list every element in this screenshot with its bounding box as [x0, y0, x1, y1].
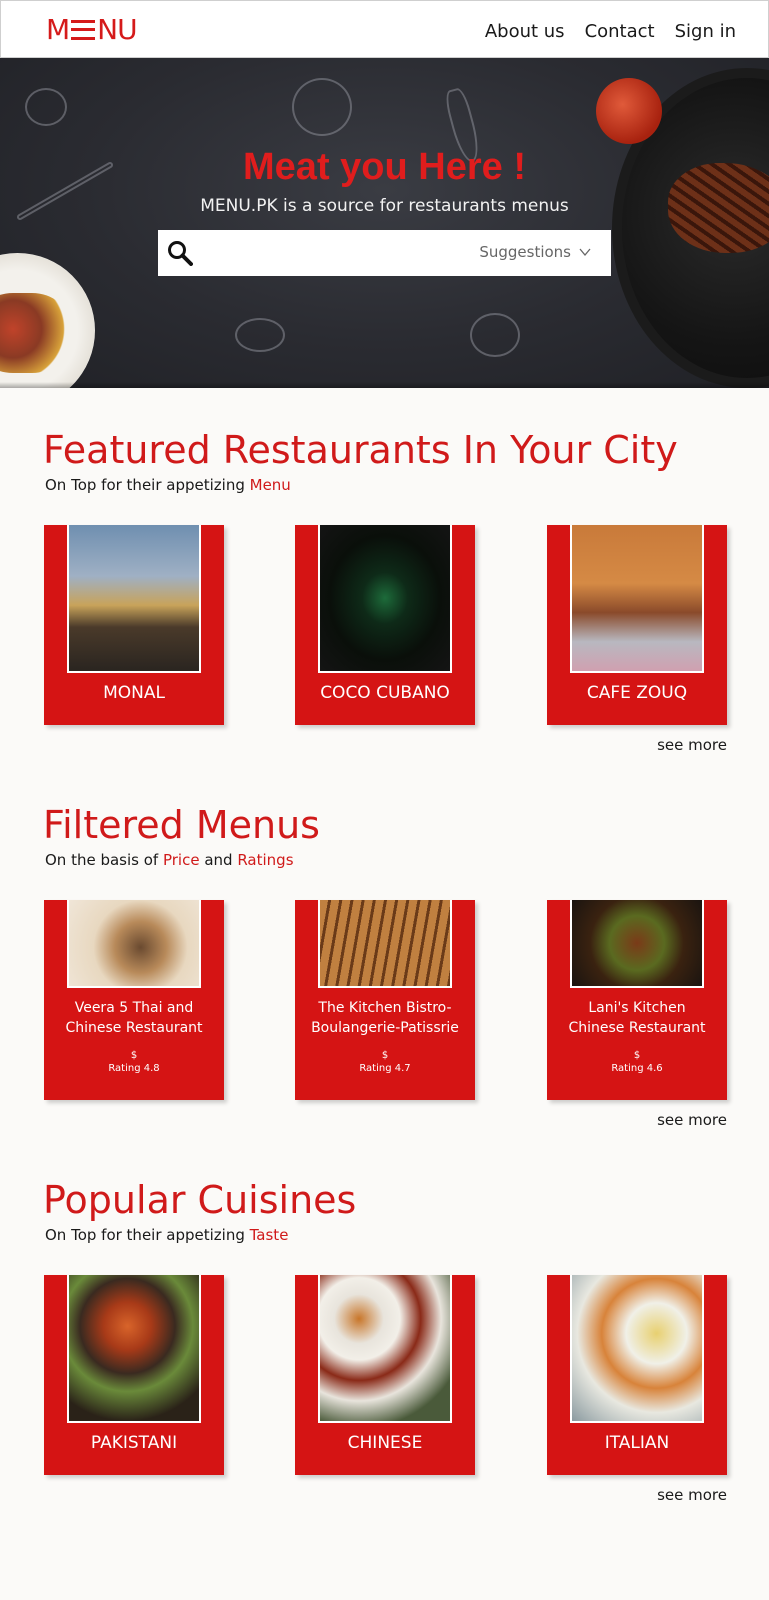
- filtered-subtitle-ratings: Ratings: [237, 851, 294, 869]
- logo-letter-m: M: [46, 13, 70, 46]
- restaurant-name: The Kitchen Bistro- Boulangerie-Patissrie: [295, 998, 475, 1038]
- rating-text: Rating 4.6: [611, 1063, 663, 1074]
- price-level: $: [633, 1050, 641, 1061]
- coco-cubano-photo: [318, 525, 452, 673]
- rating-text: Rating 4.7: [359, 1063, 411, 1074]
- featured-see-more-link[interactable]: see more: [657, 736, 727, 754]
- featured-subtitle-text: On Top for their appetizing: [45, 476, 250, 494]
- restaurant-name: Lani's Kitchen Chinese Restaurant: [547, 998, 727, 1038]
- restaurant-card-monal[interactable]: MONAL: [44, 525, 224, 725]
- restaurant-name-line1: Lani's Kitchen: [588, 1000, 686, 1016]
- menu-logo[interactable]: M NU: [46, 13, 138, 46]
- featured-section-subtitle: On Top for their appetizing Menu: [45, 476, 291, 494]
- search-bar: Suggestions: [158, 230, 611, 276]
- onion-sketch-icon: [25, 88, 67, 126]
- featured-subtitle-highlight: Menu: [249, 476, 291, 494]
- price-level: $: [130, 1050, 138, 1061]
- hero-banner: Meat you Here ! MENU.PK is a source for …: [0, 58, 769, 388]
- hamburger-logo-icon: [71, 19, 96, 40]
- filtered-card-lanis-kitchen[interactable]: Lani's Kitchen Chinese Restaurant $ Ratin…: [547, 900, 727, 1100]
- nav-sign-in[interactable]: Sign in: [675, 21, 736, 42]
- nav-contact[interactable]: Contact: [585, 21, 655, 42]
- filtered-section-title: Filtered Menus: [43, 803, 320, 847]
- restaurant-name: Veera 5 Thai and Chinese Restaurant: [44, 998, 224, 1038]
- cuisines-see-more-link[interactable]: see more: [657, 1486, 727, 1504]
- restaurant-card-coco-cubano[interactable]: COCO CUBANO: [295, 525, 475, 725]
- chinese-photo: [318, 1275, 452, 1423]
- search-icon[interactable]: [167, 240, 193, 266]
- veera-photo: [67, 900, 201, 988]
- rating-text: Rating 4.8: [108, 1063, 160, 1074]
- monal-photo: [67, 525, 201, 673]
- restaurant-name-line1: The Kitchen Bistro-: [318, 1000, 452, 1016]
- hero-subtitle: MENU.PK is a source for restaurants menu…: [200, 196, 569, 216]
- top-nav: About us Contact Sign in: [485, 21, 736, 42]
- restaurant-name-line1: Veera 5 Thai and: [74, 1000, 194, 1016]
- the-kitchen-photo: [318, 900, 452, 988]
- suggestions-label: Suggestions: [479, 243, 571, 261]
- card-label: COCO CUBANO: [320, 683, 450, 703]
- restaurant-name-line2: Chinese Restaurant: [65, 1020, 203, 1036]
- filtered-see-more-link[interactable]: see more: [657, 1111, 727, 1129]
- restaurant-card-cafe-zouq[interactable]: CAFE ZOUQ: [547, 525, 727, 725]
- filtered-subtitle-and: and: [199, 851, 238, 869]
- filtered-section-subtitle: On the basis of Price and Ratings: [45, 851, 294, 869]
- filtered-subtitle-price: Price: [162, 851, 200, 869]
- bowl-sketch-icon: [235, 318, 285, 352]
- card-label: PAKISTANI: [90, 1433, 178, 1453]
- garlic-sketch-icon: [470, 313, 520, 357]
- pakistani-photo: [67, 1275, 201, 1423]
- cuisine-card-chinese[interactable]: CHINESE: [295, 1275, 475, 1475]
- price-level: $: [381, 1050, 389, 1061]
- restaurant-name-line2: Chinese Restaurant: [568, 1020, 706, 1036]
- suggestions-dropdown[interactable]: Suggestions: [479, 243, 591, 261]
- hero-title: Meat you Here !: [243, 146, 526, 188]
- chevron-down-icon: [579, 248, 591, 256]
- restaurant-name-line2: Boulangerie-Patissrie: [311, 1020, 459, 1036]
- card-label: CAFE ZOUQ: [586, 683, 688, 703]
- italian-photo: [570, 1275, 704, 1423]
- cuisines-section-title: Popular Cuisines: [43, 1178, 357, 1222]
- featured-section-title: Featured Restaurants In Your City: [43, 428, 678, 472]
- nav-about-us[interactable]: About us: [485, 21, 565, 42]
- cafe-zouq-photo: [570, 525, 704, 673]
- filtered-subtitle-text: On the basis of: [45, 851, 163, 869]
- tomato-image: [596, 78, 662, 144]
- cuisine-card-italian[interactable]: ITALIAN: [547, 1275, 727, 1475]
- plate-food-image: [0, 293, 70, 373]
- search-input[interactable]: [206, 238, 456, 268]
- tomato-sketch-icon: [292, 78, 352, 136]
- top-header: M NU About us Contact Sign in: [0, 0, 769, 58]
- card-label: ITALIAN: [604, 1433, 670, 1453]
- lanis-kitchen-photo: [570, 900, 704, 988]
- filtered-card-the-kitchen[interactable]: The Kitchen Bistro- Boulangerie-Patissrie…: [295, 900, 475, 1100]
- cuisines-subtitle-text: On Top for their appetizing: [45, 1226, 250, 1244]
- card-label: CHINESE: [347, 1433, 423, 1453]
- cuisine-card-pakistani[interactable]: PAKISTANI: [44, 1275, 224, 1475]
- cuisines-subtitle-highlight: Taste: [249, 1226, 289, 1244]
- filtered-card-veera[interactable]: Veera 5 Thai and Chinese Restaurant $ Rat…: [44, 900, 224, 1100]
- card-label: MONAL: [103, 683, 165, 703]
- logo-letters-nu: NU: [97, 13, 137, 46]
- cuisines-section-subtitle: On Top for their appetizing Taste: [45, 1226, 288, 1244]
